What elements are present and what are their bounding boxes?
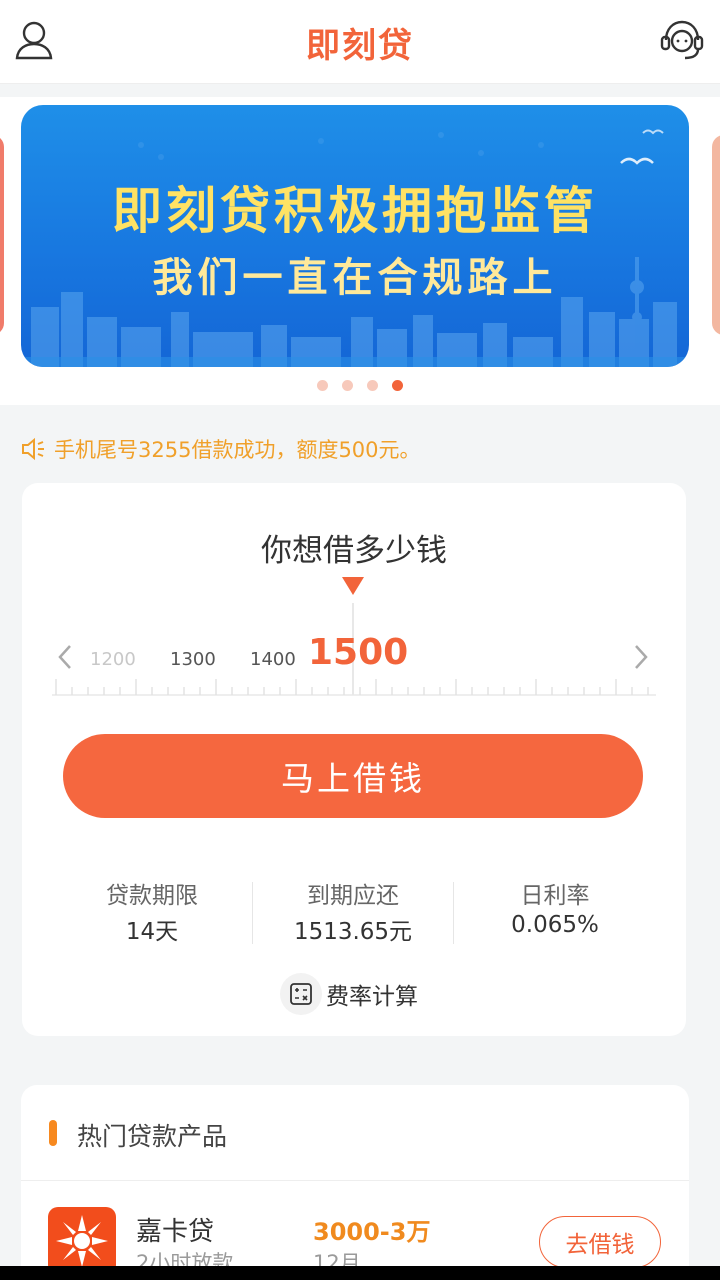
loan-notice: 手机尾号3255借款成功，额度500元。 [20,432,421,466]
app-title: 即刻贷 [306,26,414,66]
product-name: 嘉卡贷 [136,1217,215,1247]
rate-calculator-button[interactable]: 费率计算 [280,971,418,1017]
carousel-dot-active[interactable] [392,380,403,391]
customer-service-icon[interactable] [658,16,706,64]
daily-rate-stat: 日利率 0.065% [455,876,655,938]
stat-label: 到期应还 [307,883,399,909]
banner-headline: 即刻贷积极拥抱监管 [112,182,598,240]
go-borrow-button[interactable]: 去借钱 [539,1216,661,1268]
rate-calculator-label: 费率计算 [326,984,418,1010]
speaker-icon [22,437,44,461]
ruler-tick-label: 1300 [170,649,216,670]
banner-carousel[interactable]: 即刻贷积极拥抱监管 我们一直在合规路上 [0,97,720,405]
banner-prev-slide[interactable] [0,135,4,335]
stat-value: 0.065% [511,912,599,938]
loan-amount-card: 你想借多少钱 1200 1300 1400 1500 马上借钱 贷款期限 14天… [22,483,686,1036]
hot-products-section: 热门贷款产品 嘉卡贷 2小时放款 3000-3万 12月 去借钱 [21,1085,689,1280]
banner-slide[interactable]: 即刻贷积极拥抱监管 我们一直在合规路上 [21,105,689,367]
carousel-dot[interactable] [342,380,353,391]
top-app-bar: 即刻贷 [0,0,720,84]
carousel-indicator [0,376,720,395]
chevron-left-icon[interactable] [54,643,78,671]
carousel-dot[interactable] [317,380,328,391]
loan-term-stat: 贷款期限 14天 [52,876,252,946]
chevron-right-icon[interactable] [628,643,652,671]
product-logo[interactable] [48,1207,116,1275]
repayment-stat: 到期应还 1513.65元 [253,876,453,946]
section-accent-bar [49,1120,57,1146]
stat-value: 14天 [125,919,179,945]
carousel-dot[interactable] [367,380,378,391]
ruler-pointer-icon [342,577,364,595]
selected-amount: 1500 [308,632,409,673]
loan-summary: 贷款期限 14天 到期应还 1513.65元 日利率 0.065% [52,876,656,946]
calculator-icon [280,973,322,1015]
product-amount-range: 3000-3万 [313,1218,431,1246]
ruler-tick-label: 1400 [250,649,296,670]
stat-value: 1513.65元 [293,919,413,945]
section-title: 热门贷款产品 [77,1122,228,1151]
amount-question: 你想借多少钱 [261,533,447,569]
ruler-tick-label: 1200 [90,649,136,670]
city-skyline-illustration [21,257,689,367]
section-header: 热门贷款产品 [21,1085,689,1181]
stat-label: 日利率 [520,883,590,909]
banner-next-slide[interactable] [712,135,720,335]
borrow-now-button[interactable]: 马上借钱 [63,734,643,818]
stat-label: 贷款期限 [106,883,198,909]
divider [453,882,454,944]
system-navigation-bar [0,1266,720,1280]
notice-text: 手机尾号3255借款成功，额度500元。 [54,438,421,462]
